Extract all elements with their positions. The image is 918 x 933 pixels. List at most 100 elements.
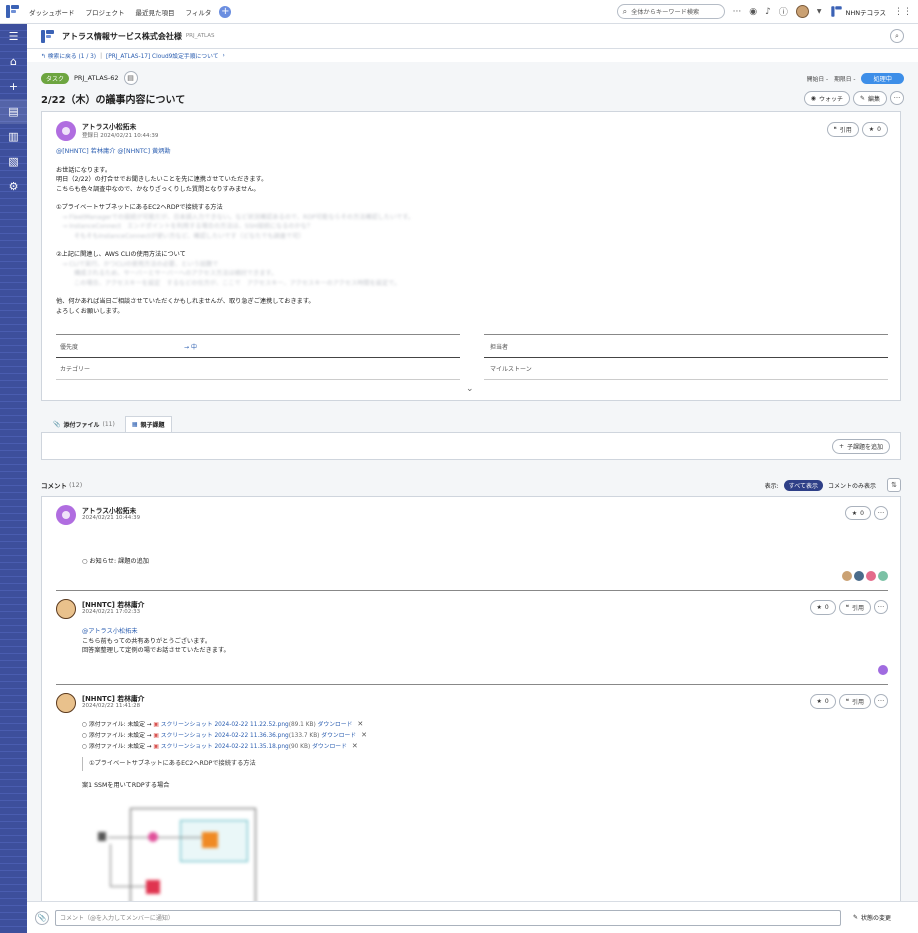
add-child-button[interactable]: + 子課題を追加 xyxy=(831,439,890,454)
avatar[interactable] xyxy=(56,121,76,141)
comment-input[interactable]: コメント（@を入力してメンバーに通知） xyxy=(55,909,841,926)
star-icon: ★ xyxy=(868,126,875,133)
parent-issue-link[interactable]: [PRJ_ATLAS-17] Cloud9設定手順について xyxy=(106,51,218,60)
project-title[interactable]: アトラス情報サービス株式会社様 xyxy=(62,31,182,42)
show-all-toggle[interactable]: すべて表示 xyxy=(783,479,823,491)
tab-attachments[interactable]: 📎 添付ファイル (11) xyxy=(47,416,121,432)
issue-meta: タスク PRJ_ATLAS-62 ▤ 開始日 - 期限日 - 処理中 xyxy=(27,71,918,85)
back-link[interactable]: ↰ 検索に戻る (1 / 3) xyxy=(41,51,96,60)
arrow-line xyxy=(158,837,202,838)
author-name[interactable]: [NHNTC] 若林庸介 xyxy=(82,599,144,609)
org-switch[interactable]: NHNテコラス xyxy=(830,5,886,18)
apps-grid-icon[interactable]: ⋮⋮ xyxy=(894,7,912,17)
nav-dashboard[interactable]: ダッシュボード xyxy=(29,7,75,17)
avatar[interactable] xyxy=(842,571,852,581)
blurred-line: そもそもInstanceConnectが使い方など、確認したいです（どなたでも調… xyxy=(74,232,305,240)
top-bar: ダッシュボード プロジェクト 最近見た項目 フィルタ + ⌕ 全体からキーワード検… xyxy=(0,0,918,24)
board-icon[interactable]: ▥ xyxy=(0,124,27,149)
nav-filter[interactable]: フィルタ xyxy=(186,7,212,17)
quoted-text: ①プライベートサブネットにあるEC2へRDPで接続する方法 xyxy=(82,757,256,771)
nav-recent[interactable]: 最近見た項目 xyxy=(136,7,175,17)
author-name[interactable]: [NHNTC] 若林庸介 xyxy=(82,693,144,703)
create-plus-icon[interactable]: + xyxy=(219,5,232,18)
mentions[interactable]: @[NHNTC] 若林庸介 @[NHNTC] 黄炳勳 xyxy=(56,147,876,157)
settings-icon[interactable]: ⚙ xyxy=(0,174,27,199)
eye-icon[interactable]: ◉ xyxy=(749,7,757,17)
tab-child-issues[interactable]: ▦ 親子課題 xyxy=(124,416,172,432)
home-icon[interactable]: ⌂ xyxy=(0,49,27,74)
due-date: 期限日 - xyxy=(834,76,856,83)
avatar[interactable] xyxy=(56,693,76,713)
star-button[interactable]: ★ 0 xyxy=(809,600,836,615)
edit-button[interactable]: ✎ 編集 xyxy=(852,91,887,106)
milestone-label: マイルストーン xyxy=(490,366,532,373)
add-icon[interactable]: + xyxy=(0,74,27,99)
avatar[interactable] xyxy=(854,571,864,581)
architecture-diagram[interactable] xyxy=(92,802,272,912)
global-search-input[interactable]: ⌕ 全体からキーワード検索 xyxy=(616,4,725,19)
sort-icon[interactable]: ⇅ xyxy=(887,478,901,492)
star-button[interactable]: ★ 0 xyxy=(809,694,836,709)
image-file-icon: ▣ xyxy=(153,744,159,750)
file-link[interactable]: スクリーンショット 2024-02-22 11.36.36.png xyxy=(161,733,289,739)
arrow-line xyxy=(108,837,148,838)
avatar[interactable] xyxy=(56,599,76,619)
blurred-line: → InstanceConnect エンドポイントを利用する場合の方法は、SSH… xyxy=(62,223,314,230)
avatar[interactable] xyxy=(866,571,876,581)
document-icon[interactable]: ▧ xyxy=(0,149,27,174)
pencil-icon: ✎ xyxy=(859,95,865,102)
star-button[interactable]: ★ 0 xyxy=(861,122,888,137)
mention[interactable]: @アトラス小松拓未 xyxy=(82,627,230,637)
avatar[interactable] xyxy=(878,571,888,581)
more-options-icon[interactable]: ··· xyxy=(874,506,888,520)
body-line: 他、何かあれば当日ご相談させていただくかもしれませんが、取り急ぎご連携しておきま… xyxy=(56,298,315,305)
avatar[interactable] xyxy=(878,665,888,675)
quote-button[interactable]: ❝ 引用 xyxy=(838,694,871,709)
user-avatar[interactable] xyxy=(795,5,809,18)
search-icon[interactable]: ⌕ xyxy=(890,29,904,43)
copy-icon[interactable]: ▤ xyxy=(123,71,138,85)
more-icon[interactable]: ··· xyxy=(733,7,742,17)
user-pc-icon xyxy=(98,832,106,841)
more-options-icon[interactable]: ··· xyxy=(890,91,904,105)
author-name[interactable]: アトラス小松拓未 xyxy=(82,121,158,131)
list-icon[interactable]: ▤ xyxy=(0,99,27,124)
more-options-icon[interactable]: ··· xyxy=(874,600,888,614)
avatar[interactable] xyxy=(56,505,76,525)
endpoint-icon xyxy=(148,832,158,842)
download-link[interactable]: ダウンロード xyxy=(312,744,347,750)
author-name[interactable]: アトラス小松拓未 xyxy=(82,505,140,515)
comment-only-toggle[interactable]: コメントのみ表示 xyxy=(828,481,876,490)
quote-button[interactable]: ❝ 引用 xyxy=(826,122,859,137)
nav-project[interactable]: プロジェクト xyxy=(86,7,125,17)
app-logo[interactable] xyxy=(6,5,19,18)
arrow-line xyxy=(110,886,146,887)
expand-chevron-icon[interactable]: ⌄ xyxy=(466,384,474,394)
image-file-icon: ▣ xyxy=(153,733,159,739)
priority-value[interactable]: → 中 xyxy=(184,342,197,351)
menu-icon[interactable]: ☰ xyxy=(0,24,27,49)
comment-date: 2024/02/21 17:02:33 xyxy=(82,609,141,615)
help-icon[interactable]: ⓘ xyxy=(779,5,788,18)
status-badge[interactable]: 処理中 xyxy=(861,72,904,84)
more-options-icon[interactable]: ··· xyxy=(874,694,888,708)
close-icon[interactable]: ✕ xyxy=(357,720,363,728)
paperclip-icon[interactable]: 📎 xyxy=(35,910,49,925)
file-link[interactable]: スクリーンショット 2024-02-22 11.35.18.png xyxy=(161,744,289,750)
watch-button[interactable]: ◉ ウォッチ xyxy=(803,91,850,106)
chevron-right-icon: › xyxy=(222,52,225,59)
plan-text: 案1 SSMを用いてRDPする場合 xyxy=(82,782,170,789)
download-link[interactable]: ダウンロード xyxy=(321,733,356,739)
quote-button[interactable]: ❝ 引用 xyxy=(838,600,871,615)
close-icon[interactable]: ✕ xyxy=(352,742,358,750)
download-link[interactable]: ダウンロード xyxy=(318,722,353,728)
comments-card: アトラス小松拓未 2024/02/21 10:44:39 ★ 0 ··· ○ お知ら… xyxy=(41,496,901,926)
close-icon[interactable]: ✕ xyxy=(361,731,367,739)
status-change-button[interactable]: ✎ 状態の変更 xyxy=(853,913,891,922)
bell-icon[interactable]: ♪ xyxy=(765,7,771,17)
issue-body-card: アトラス小松拓未 登録日 2024/02/21 10:44:39 ❝ 引用 ★ 0 … xyxy=(41,111,901,401)
star-button[interactable]: ★ 0 xyxy=(844,506,871,520)
paperclip-icon: 📎 xyxy=(53,420,61,428)
file-link[interactable]: スクリーンショット 2024-02-22 11.22.52.png xyxy=(161,722,289,728)
chevron-down-icon[interactable]: ▼ xyxy=(817,8,822,15)
